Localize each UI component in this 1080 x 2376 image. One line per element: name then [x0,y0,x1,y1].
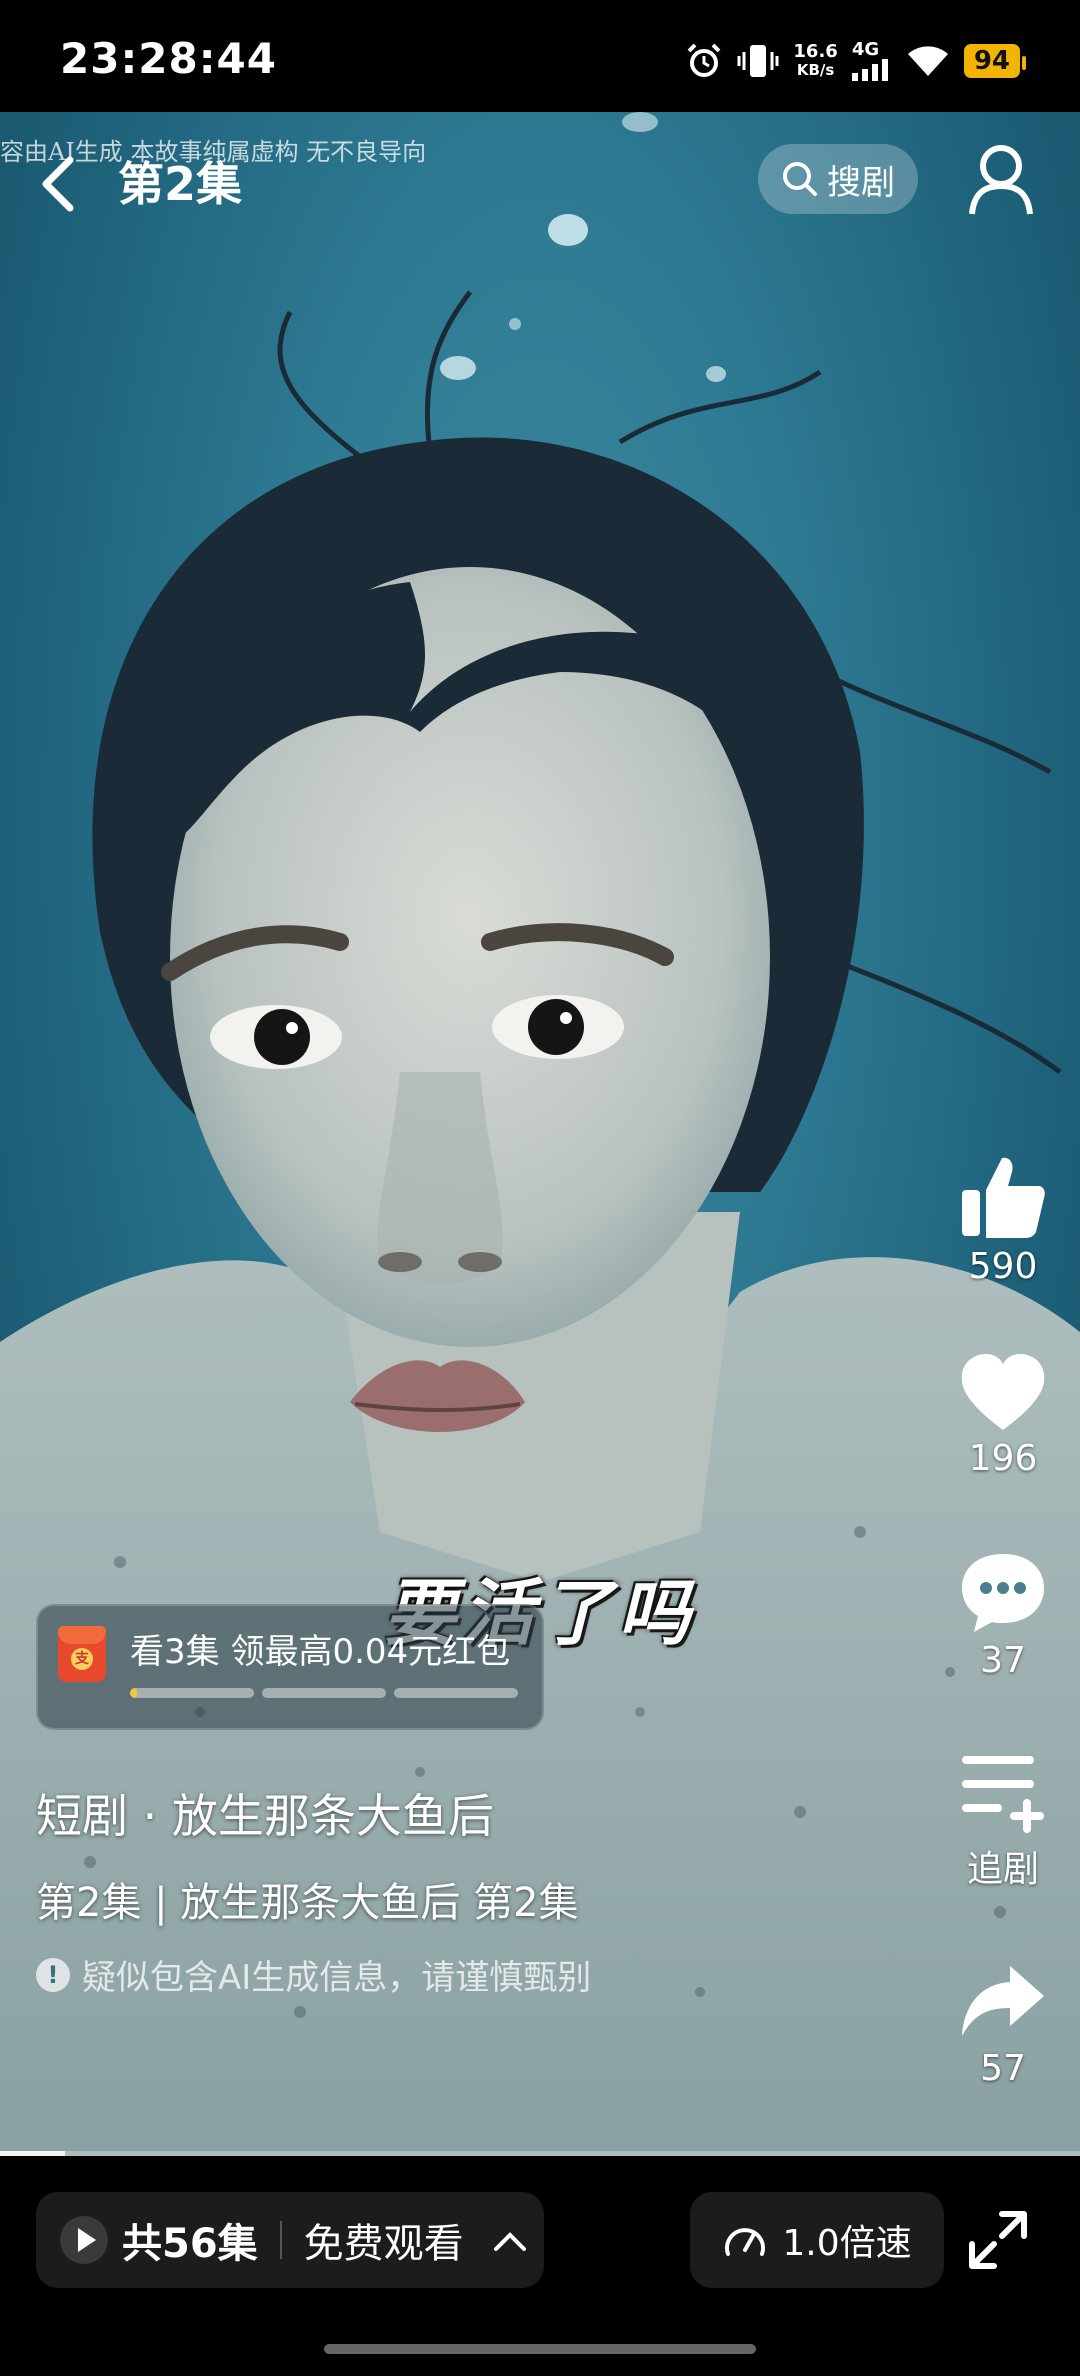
network-type: 4G [851,39,880,60]
episode-list-button[interactable]: 共56集 免费观看 [36,2192,544,2288]
follow-drama-label: 追剧 [966,1849,1039,1890]
favorite-count: 196 [968,1438,1038,1479]
share-button[interactable]: 57 [938,1962,1068,2089]
search-icon [783,162,817,196]
profile-button[interactable] [968,142,1034,218]
reward-progress-segment [394,1688,518,1698]
reward-text: 看3集 领最高0.04元红包 [130,1632,511,1672]
bubble [622,112,658,132]
episode-title: 第2集 [118,157,243,211]
status-bar: 23:28:44 16.6 KB/s 4G 94 [0,0,1080,112]
comment-icon [962,1554,1044,1632]
vibrate-icon [737,45,779,77]
search-label: 搜剧 [827,162,895,203]
heart-icon [961,1354,1045,1430]
bottom-bar: 共56集 免费观看 1.0倍速 [0,2156,1080,2376]
like-button[interactable]: 590 [938,1152,1068,1287]
bubble [706,366,726,382]
wifi-icon [907,46,948,76]
alarm-icon [687,43,721,77]
follow-drama-button[interactable]: 追剧 [938,1750,1068,1892]
episode-description: 第2集 | 放生那条大鱼后 第2集 [36,1880,579,1926]
back-button[interactable] [28,148,88,218]
bubble [509,318,521,330]
battery-icon: 94 [963,44,1027,78]
video-frame [0,112,1080,2156]
episode-count: 共56集 [122,2221,258,2267]
play-icon [60,2216,108,2264]
drama-name[interactable]: 短剧 · 放生那条大鱼后 [36,1780,494,1846]
reward-progress [130,1688,518,1698]
bubble [548,214,588,246]
like-count: 590 [968,1246,1038,1287]
share-icon [962,1966,1044,2036]
divider [279,2221,282,2259]
fullscreen-button[interactable] [966,2208,1030,2272]
net-speed-value: 16.6 [793,41,838,62]
net-speed-unit: KB/s [796,61,835,79]
share-count: 57 [980,2048,1026,2089]
signal-icon [851,59,888,81]
video-player[interactable]: 容由AI生成 本故事纯属虚构 无不良导向 第2集 搜剧 要活了吗 590 196 [0,112,1080,2156]
favorite-button[interactable]: 196 [938,1352,1068,1479]
status-icons: 16.6 KB/s 4G 94 [685,36,1027,86]
speed-label: 1.0倍速 [782,2223,912,2264]
cell-signal: 4G [851,39,892,81]
speedometer-icon [725,2228,766,2256]
comment-count: 37 [980,1640,1026,1681]
bubble [440,356,476,380]
chevron-up-icon [493,2232,526,2251]
reward-banner[interactable]: 支 看3集 领最高0.04元红包 [36,1604,544,1730]
add-to-list-icon [962,1756,1044,1833]
warning-icon: ! [36,1957,70,1992]
thumbs-up-icon [962,1157,1045,1238]
ai-warning: ! 疑似包含AI生成信息，请谨慎甄别 [36,1950,591,1999]
reward-progress-segment [130,1688,254,1698]
free-watch-label: 免费观看 [303,2221,464,2267]
status-time: 23:28:44 [60,34,277,83]
playback-speed-button[interactable]: 1.0倍速 [690,2192,944,2288]
search-button[interactable]: 搜剧 [758,144,918,214]
reward-progress-segment [262,1688,386,1698]
home-indicator[interactable] [324,2344,756,2354]
comment-button[interactable]: 37 [938,1550,1068,1681]
net-speed: 16.6 KB/s [793,41,838,80]
ai-warning-text: 疑似包含AI生成信息，请谨慎甄别 [82,1958,592,1998]
red-packet-icon: 支 [58,1626,106,1682]
